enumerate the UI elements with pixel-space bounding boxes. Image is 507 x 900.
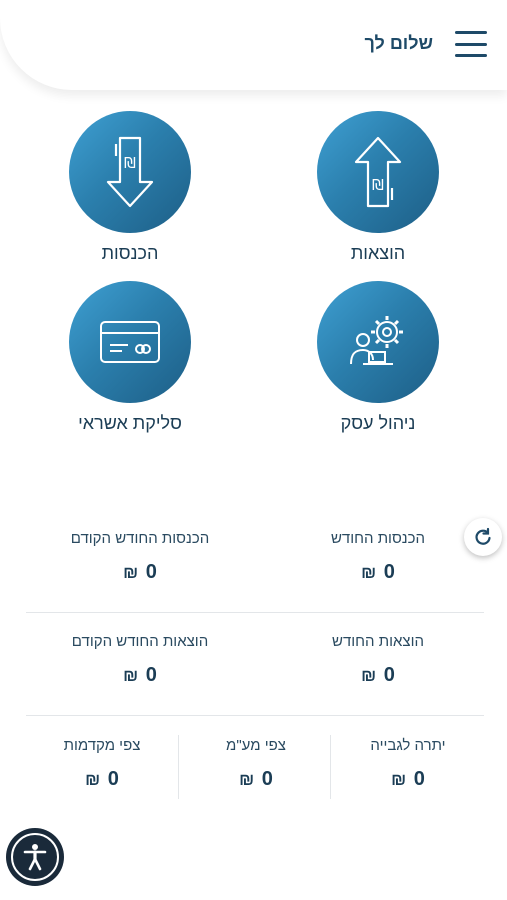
stat-label: צפי מקדמות <box>63 737 141 754</box>
accessibility-button[interactable] <box>6 828 64 886</box>
income-arrow-down-icon: ₪ <box>106 136 154 208</box>
menu-button[interactable] <box>455 31 487 57</box>
refresh-icon <box>475 527 491 545</box>
expense-arrow-up-icon: ₪ <box>354 136 402 208</box>
stat-number: 0 <box>145 561 157 583</box>
tile-expenses-circle: ₪ <box>317 111 439 233</box>
stat-expenses-prev-month: הוצאות החודש הקודם 0 ₪ <box>50 633 230 687</box>
credit-card-icon <box>100 321 160 363</box>
stat-value: 0 ₪ <box>50 664 230 687</box>
stat-label: הוצאות החודש <box>332 633 424 650</box>
stat-income-prev-month: הכנסות החודש הקודם 0 ₪ <box>50 530 230 584</box>
tile-credit-label: סליקת אשראי <box>78 413 182 433</box>
stat-value: 0 ₪ <box>308 561 448 584</box>
currency-symbol: ₪ <box>123 666 139 685</box>
greeting-text: שלום לך <box>364 33 433 53</box>
stat-label: צפי מע"מ <box>226 737 286 754</box>
stat-label: הכנסות החודש <box>330 530 426 547</box>
stat-number: 0 <box>383 561 395 583</box>
stat-expected-vat: צפי מע"מ 0 ₪ <box>186 737 326 791</box>
stat-value: 0 ₪ <box>308 664 448 687</box>
tile-credit-clearing[interactable]: סליקת אשראי <box>30 281 230 434</box>
app-header: שלום לך <box>0 0 507 90</box>
currency-symbol: ₪ <box>239 770 255 789</box>
svg-text:₪: ₪ <box>372 176 384 194</box>
currency-symbol: ₪ <box>361 563 377 582</box>
stat-value: 0 ₪ <box>186 768 326 791</box>
stat-expected-advances: צפי מקדמות 0 ₪ <box>32 737 172 791</box>
tile-business-circle <box>317 281 439 403</box>
hamburger-line <box>455 42 487 46</box>
hamburger-line <box>455 54 487 57</box>
stat-label: הכנסות החודש הקודם <box>70 530 210 547</box>
currency-symbol: ₪ <box>123 563 139 582</box>
stat-expenses-this-month: הוצאות החודש 0 ₪ <box>308 633 448 687</box>
accessibility-icon <box>23 844 47 871</box>
stat-number: 0 <box>261 768 273 790</box>
tile-income-circle: ₪ <box>69 111 191 233</box>
tile-business-management[interactable]: ניהול עסק <box>278 281 478 434</box>
stat-number: 0 <box>383 664 395 686</box>
stat-number: 0 <box>413 768 425 790</box>
stat-value: 0 ₪ <box>32 768 172 791</box>
currency-symbol: ₪ <box>391 770 407 789</box>
stat-value: 0 ₪ <box>50 561 230 584</box>
svg-text:₪: ₪ <box>124 154 136 172</box>
tile-income-label: הכנסות <box>101 243 159 263</box>
stat-number: 0 <box>107 768 119 790</box>
tile-income[interactable]: ₪ הכנסות <box>30 111 230 264</box>
vertical-divider <box>178 735 179 799</box>
tile-credit-circle <box>69 281 191 403</box>
stat-value: 0 ₪ <box>338 768 478 791</box>
stat-balance-due: יתרה לגבייה 0 ₪ <box>338 737 478 791</box>
currency-symbol: ₪ <box>85 770 101 789</box>
vertical-divider <box>330 735 331 799</box>
refresh-button[interactable] <box>464 518 502 556</box>
business-gear-icon <box>350 316 403 365</box>
tile-expenses-label: הוצאות <box>350 243 406 263</box>
stat-label: הוצאות החודש הקודם <box>71 633 209 650</box>
tile-expenses[interactable]: ₪ הוצאות <box>278 111 478 264</box>
stat-number: 0 <box>145 664 157 686</box>
currency-symbol: ₪ <box>361 666 377 685</box>
accessibility-ring <box>11 833 59 881</box>
divider <box>26 715 484 716</box>
stat-income-this-month: הכנסות החודש 0 ₪ <box>308 530 448 584</box>
tile-business-label: ניהול עסק <box>340 413 416 433</box>
hamburger-line <box>455 31 487 34</box>
divider <box>26 612 484 613</box>
stat-label: יתרה לגבייה <box>370 737 446 754</box>
